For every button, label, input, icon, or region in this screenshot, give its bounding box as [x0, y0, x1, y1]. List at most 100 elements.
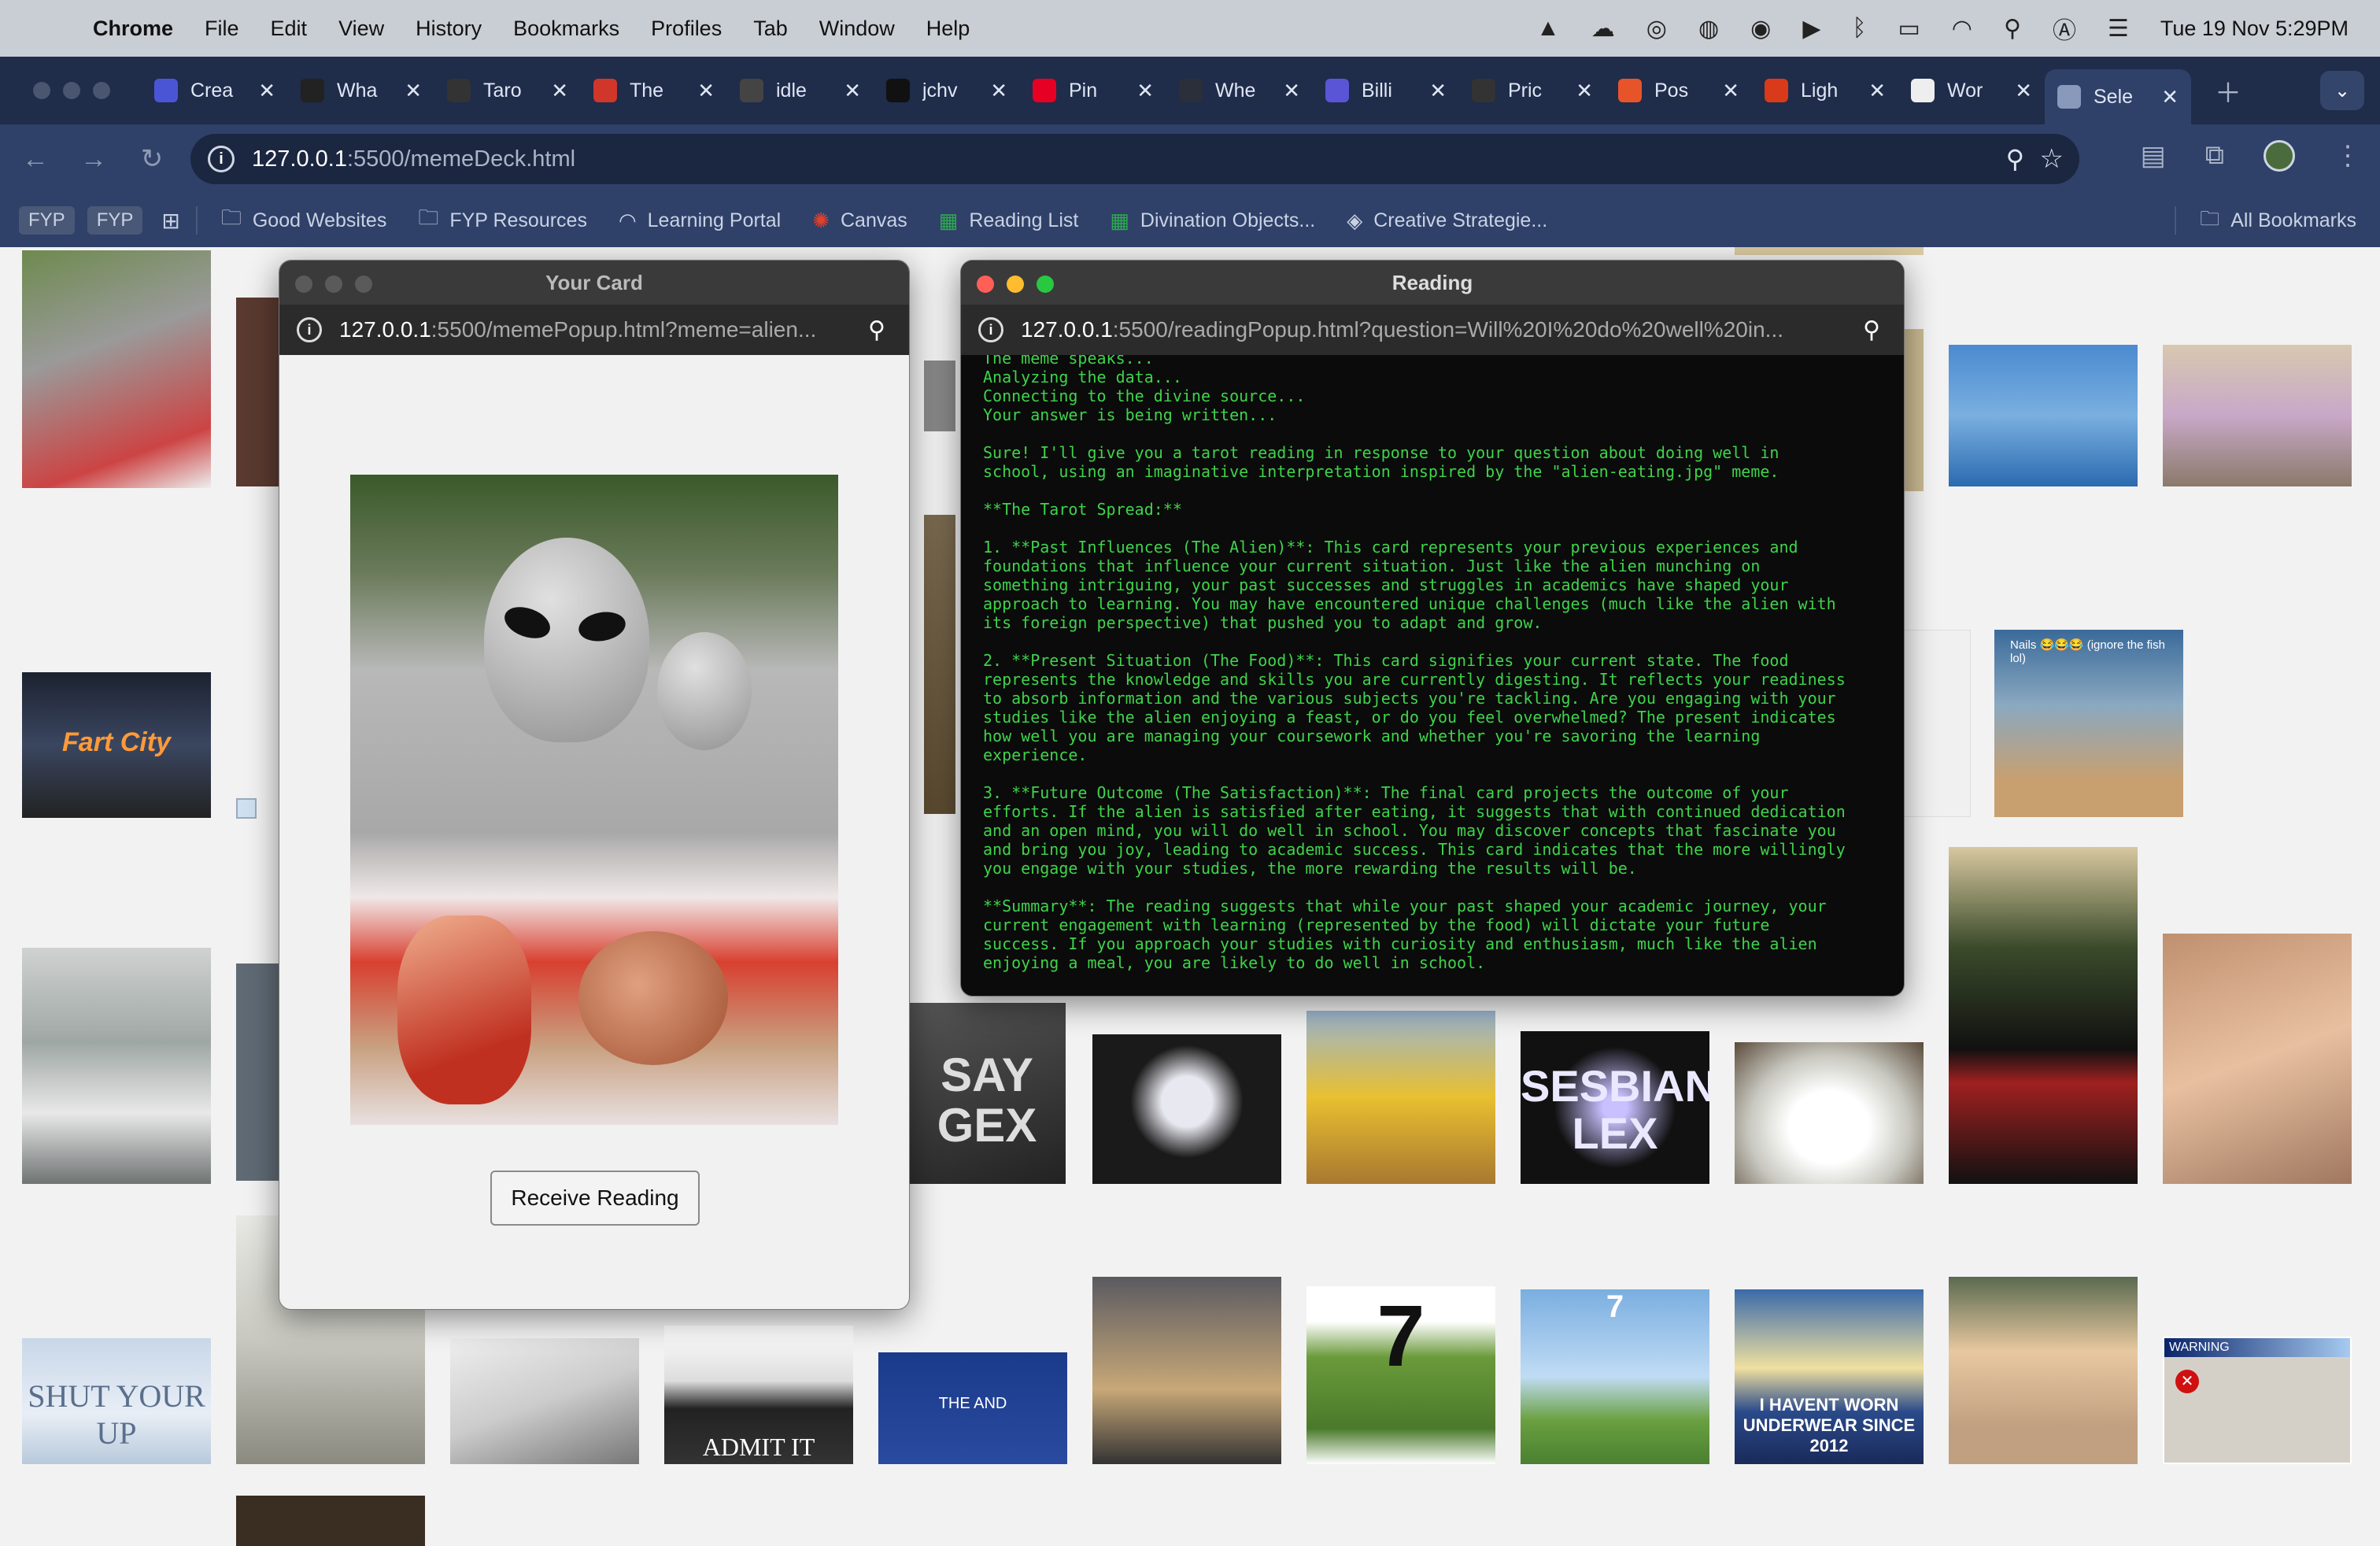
meme-card[interactable]: Fart City — [22, 672, 211, 818]
menu-profiles[interactable]: Profiles — [651, 17, 722, 41]
zoom-window-button[interactable] — [93, 82, 110, 99]
close-tab-icon[interactable]: ✕ — [844, 79, 861, 103]
close-tab-icon[interactable]: ✕ — [551, 79, 568, 103]
close-tab-icon[interactable]: ✕ — [1429, 79, 1447, 103]
meme-card[interactable] — [2163, 345, 2352, 486]
minimize-window-button[interactable] — [63, 82, 80, 99]
address-bar[interactable]: i 127.0.0.1:5500/memeDeck.html ⚲ ☆ — [190, 134, 2079, 184]
apps-grid-icon[interactable]: ⊞ — [161, 208, 179, 234]
close-tab-icon[interactable]: ✕ — [1868, 79, 1886, 103]
menu-edit[interactable]: Edit — [271, 17, 308, 41]
close-tab-icon[interactable]: ✕ — [2161, 85, 2179, 109]
bookmark-good-websites[interactable]: 🗀 Good Websites — [221, 203, 386, 238]
meme-card[interactable]: 7 — [1306, 1286, 1495, 1464]
meme-card[interactable] — [1306, 1011, 1495, 1184]
drive-icon[interactable]: ▲ — [1536, 15, 1560, 42]
close-tab-icon[interactable]: ✕ — [1722, 79, 1739, 103]
search-icon[interactable]: ⚲ — [2004, 15, 2021, 43]
back-button[interactable]: ← — [6, 144, 65, 175]
menu-window[interactable]: Window — [819, 17, 895, 41]
bookmark-star-icon[interactable]: ☆ — [2040, 143, 2064, 175]
zoom-icon[interactable]: ⚲ — [1863, 316, 1880, 344]
browser-tab[interactable]: Taro ✕ — [434, 67, 581, 114]
warning-meme-card[interactable]: WARNING ✕ — [2163, 1337, 2352, 1464]
browser-tab[interactable]: Pos ✕ — [1606, 67, 1752, 114]
meme-card[interactable]: I HAVENT WORN UNDERWEAR SINCE 2012 — [1735, 1289, 1924, 1464]
bookmark-creative-strategies[interactable]: ◈ Creative Strategie... — [1347, 209, 1547, 233]
close-tab-icon[interactable]: ✕ — [990, 79, 1007, 103]
menu-bookmarks[interactable]: Bookmarks — [513, 17, 619, 41]
browser-tab[interactable]: Pric ✕ — [1459, 67, 1606, 114]
input-source-icon[interactable]: Ⓐ — [2053, 11, 2076, 46]
meme-card[interactable]: Nails 😂😂😂 (ignore the fish lol) — [1994, 630, 2183, 817]
close-tab-icon[interactable]: ✕ — [1576, 79, 1593, 103]
close-tab-icon[interactable]: ✕ — [405, 79, 422, 103]
meme-card[interactable] — [1092, 1277, 1281, 1464]
all-bookmarks[interactable]: 🗀 All Bookmarks — [2143, 204, 2356, 238]
zoom-popup-button[interactable] — [1037, 276, 1054, 293]
receive-reading-button[interactable]: Receive Reading — [490, 1171, 700, 1226]
close-popup-button[interactable] — [295, 276, 312, 293]
menu-tab[interactable]: Tab — [753, 17, 788, 41]
meme-card[interactable]: SAY GEX — [908, 1003, 1066, 1184]
close-popup-button[interactable] — [977, 276, 994, 293]
browser-tab[interactable]: Sele ✕ — [2045, 69, 2191, 124]
battery-icon[interactable]: ▭ — [1898, 15, 1920, 43]
browser-tab[interactable]: Ligh ✕ — [1752, 67, 1898, 114]
site-info-icon[interactable]: i — [297, 317, 322, 342]
meme-card[interactable] — [2163, 934, 2352, 1184]
meme-card[interactable] — [236, 963, 283, 1181]
bookmark-reading-list[interactable]: ▦ Reading List — [939, 209, 1079, 233]
meme-card[interactable] — [236, 1496, 425, 1546]
profile-avatar[interactable] — [2264, 140, 2295, 172]
bookmark-divination-objects[interactable]: ▦ Divination Objects... — [1110, 209, 1315, 233]
meme-card[interactable]: SHUT YOUR UP — [22, 1338, 211, 1464]
meme-card[interactable] — [1949, 345, 2138, 486]
cloud-icon[interactable]: ☁ — [1591, 15, 1615, 43]
bookmark-canvas[interactable]: ✺ Canvas — [812, 209, 907, 233]
control-center-icon[interactable]: ☰ — [2108, 15, 2129, 43]
tab-search-button[interactable]: ⌄ — [2320, 71, 2364, 110]
zoom-icon[interactable]: ⚲ — [868, 316, 885, 344]
meme-card[interactable]: ADMIT IT — [664, 1326, 853, 1464]
minimize-popup-button[interactable] — [1007, 276, 1024, 293]
bookmark-learning-portal[interactable]: ◠ Learning Portal — [619, 209, 781, 233]
wifi-icon[interactable]: ◠ — [1952, 15, 1972, 43]
site-info-icon[interactable]: i — [208, 146, 235, 172]
meme-card[interactable] — [924, 361, 955, 431]
zoom-popup-button[interactable] — [355, 276, 372, 293]
close-window-button[interactable] — [33, 82, 50, 99]
bookmark-fyp-resources[interactable]: 🗀 FYP Resources — [418, 203, 587, 238]
creative-cloud-icon[interactable]: ◎ — [1646, 15, 1667, 43]
browser-tab[interactable]: Pin ✕ — [1020, 67, 1166, 114]
vpn-icon[interactable]: ◉ — [1750, 15, 1771, 43]
meme-card[interactable]: THE AND — [878, 1352, 1067, 1464]
meme-card[interactable] — [1092, 1034, 1281, 1184]
meme-card[interactable] — [1949, 1277, 2138, 1464]
menu-help[interactable]: Help — [926, 17, 970, 41]
close-tab-icon[interactable]: ✕ — [697, 79, 715, 103]
more-menu-icon[interactable]: ⋮ — [2334, 140, 2361, 172]
card-popup-address-bar[interactable]: i 127.0.0.1:5500/memePopup.html?meme=ali… — [279, 305, 909, 355]
meme-card[interactable]: SESBIAN LEX — [1521, 1031, 1709, 1184]
site-info-icon[interactable]: i — [978, 317, 1003, 342]
meme-card[interactable] — [22, 948, 211, 1184]
meme-card[interactable]: 7 — [1521, 1289, 1709, 1464]
meme-card[interactable] — [236, 298, 283, 486]
close-tab-icon[interactable]: ✕ — [2015, 79, 2032, 103]
play-icon[interactable]: ▶ — [1802, 15, 1820, 43]
clock[interactable]: Tue 19 Nov 5:29PM — [2160, 17, 2349, 41]
close-tab-icon[interactable]: ✕ — [1283, 79, 1300, 103]
browser-tab[interactable]: Billi ✕ — [1313, 67, 1459, 114]
bluetooth-icon[interactable]: ᛒ — [1852, 15, 1866, 42]
menu-history[interactable]: History — [416, 17, 482, 41]
meme-card[interactable] — [1949, 847, 2138, 1184]
browser-tab[interactable]: Whe ✕ — [1166, 67, 1313, 114]
reload-button[interactable]: ↻ — [123, 143, 181, 175]
reading-popup-address-bar[interactable]: i 127.0.0.1:5500/readingPopup.html?quest… — [961, 305, 1904, 355]
close-tab-icon[interactable]: ✕ — [1136, 79, 1154, 103]
forward-button[interactable]: → — [65, 144, 123, 175]
browser-tab[interactable]: Wha ✕ — [288, 67, 434, 114]
minimize-popup-button[interactable] — [325, 276, 342, 293]
meme-card[interactable] — [1735, 1042, 1924, 1184]
